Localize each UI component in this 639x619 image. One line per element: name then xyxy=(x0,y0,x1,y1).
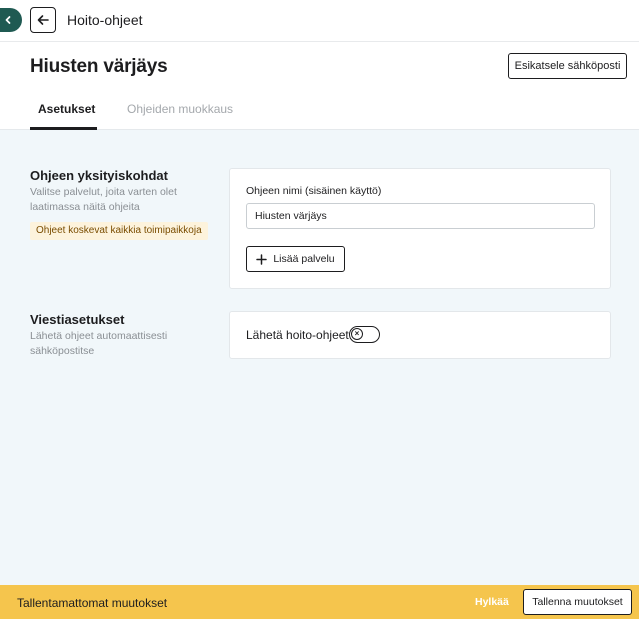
chevron-left-icon xyxy=(5,16,11,24)
locations-badge: Ohjeet koskevat kaikkia toimipaikkoja xyxy=(30,222,208,240)
message-section-title: Viestiasetukset xyxy=(30,312,125,327)
arrow-left-icon xyxy=(37,15,49,25)
tab-edit-instructions[interactable]: Ohjeiden muokkaus xyxy=(127,102,233,116)
save-changes-button[interactable]: Tallenna muutokset xyxy=(523,589,632,615)
top-bar-title: Hoito-ohjeet xyxy=(67,12,143,28)
tab-settings[interactable]: Asetukset xyxy=(38,102,95,116)
message-section-description: Lähetä ohjeet automaattisesti sähköposti… xyxy=(30,330,168,357)
unsaved-changes-text: Tallentamattomat muutokset xyxy=(17,596,168,610)
discard-button[interactable]: Hylkää xyxy=(475,596,509,608)
sidebar-collapse-button[interactable] xyxy=(0,8,22,32)
page-title: Hiusten värjäys xyxy=(30,56,168,77)
instruction-name-input[interactable] xyxy=(246,203,595,229)
plus-icon xyxy=(256,253,268,265)
details-card: Ohjeen nimi (sisäinen käyttö) Lisää palv… xyxy=(229,168,611,289)
page-header: Hiusten värjäys Esikatsele sähköposti As… xyxy=(0,42,639,130)
details-section-title: Ohjeen yksityiskohdat xyxy=(30,168,168,183)
unsaved-changes-bar: Tallentamattomat muutokset Hylkää Tallen… xyxy=(0,585,639,619)
send-instructions-toggle[interactable]: × xyxy=(349,326,380,343)
send-instructions-label: Lähetä hoito-ohjeet xyxy=(246,328,349,342)
details-section-description: Valitse palvelut, joita varten olet laat… xyxy=(30,186,177,213)
main-content: Ohjeen yksityiskohdat Valitse palvelut, … xyxy=(0,130,639,615)
add-service-button[interactable]: Lisää palvelu xyxy=(246,246,345,272)
message-card: Lähetä hoito-ohjeet × xyxy=(229,311,611,359)
toggle-off-icon: × xyxy=(351,328,363,340)
back-button[interactable] xyxy=(30,7,56,33)
instruction-name-label: Ohjeen nimi (sisäinen käyttö) xyxy=(246,185,382,197)
add-service-label: Lisää palvelu xyxy=(273,253,335,265)
top-bar: Hoito-ohjeet xyxy=(0,0,639,42)
preview-email-button[interactable]: Esikatsele sähköposti xyxy=(508,53,627,79)
